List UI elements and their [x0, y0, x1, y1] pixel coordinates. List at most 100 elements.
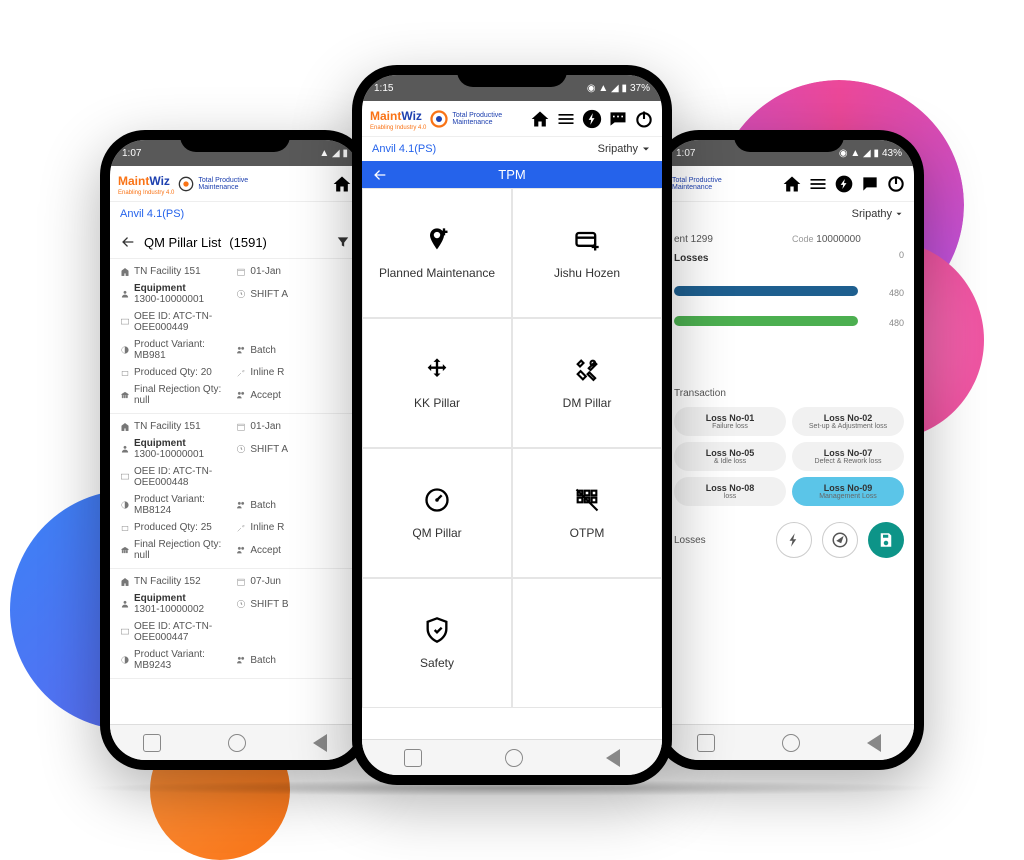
- list-card[interactable]: TN Facility 15101-JanEquipment1300-10000…: [110, 259, 360, 414]
- sub-header: Anvil 4.1(PS) Sripathy: [362, 137, 662, 161]
- chevron-down-icon: [640, 143, 652, 155]
- list-title: QM Pillar List: [144, 235, 221, 250]
- logo: MaintWiz Enabling Industry 4.0 Total Pro…: [370, 107, 502, 131]
- phone-right: 1:07 ◉ ▲ ◢ ▮ 43% Total ProductiveMainten…: [654, 130, 924, 770]
- nav-home-icon[interactable]: [505, 749, 523, 767]
- sub-header: Anvil 4.1(PS): [110, 202, 360, 226]
- nav-back-icon[interactable]: [867, 734, 881, 752]
- code-field: Code 10000000: [792, 234, 904, 245]
- status-icons: ▲ ◢ ▮: [319, 148, 348, 159]
- status-time: 1:07: [122, 148, 141, 159]
- entity-field: ent 1299: [674, 234, 786, 245]
- user-dropdown[interactable]: Sripathy: [852, 208, 904, 220]
- loss-pill[interactable]: Loss No-08loss: [674, 477, 786, 506]
- logo: Total ProductiveMaintenance: [672, 177, 722, 191]
- shield-icon: [423, 616, 451, 644]
- filter-icon[interactable]: [336, 235, 350, 249]
- tpm-tile-planned-maintenance[interactable]: Planned Maintenance: [362, 188, 512, 318]
- list-card[interactable]: TN Facility 15101-JanEquipment1300-10000…: [110, 414, 360, 569]
- user-dropdown[interactable]: Sripathy: [598, 143, 652, 155]
- chat-icon[interactable]: [608, 109, 628, 129]
- tpm-tile-otpm[interactable]: OTPM: [512, 448, 662, 578]
- save-fab[interactable]: [868, 522, 904, 558]
- app-header: MaintWiz Enabling Industry 4.0 Total Pro…: [110, 166, 360, 202]
- transaction-label: Transaction: [674, 388, 904, 399]
- back-icon[interactable]: [372, 167, 388, 183]
- tile-label: Planned Maintenance: [379, 266, 495, 280]
- app-header: MaintWiz Enabling Industry 4.0 Total Pro…: [362, 101, 662, 137]
- list-body[interactable]: TN Facility 15101-JanEquipment1300-10000…: [110, 259, 360, 724]
- back-icon[interactable]: [120, 234, 136, 250]
- menu-icon[interactable]: [808, 174, 828, 194]
- move-icon: [423, 356, 451, 384]
- loss-pill[interactable]: Loss No-09Management Loss: [792, 477, 904, 506]
- compass-fab[interactable]: [822, 522, 858, 558]
- gauge-icon: [423, 486, 451, 514]
- tile-label: OTPM: [570, 526, 605, 540]
- list-card[interactable]: TN Facility 15207-JunEquipment1301-10000…: [110, 569, 360, 679]
- tile-label: DM Pillar: [563, 396, 612, 410]
- tpm-wheel-icon: [178, 176, 194, 192]
- chat-icon[interactable]: [860, 174, 880, 194]
- value-zero: 0: [674, 250, 904, 260]
- list-header: QM Pillar List (1591): [110, 226, 360, 259]
- bolt-icon[interactable]: [582, 109, 602, 129]
- bolt-icon[interactable]: [834, 174, 854, 194]
- tpm-wheel-icon: [430, 110, 448, 128]
- nav-home-icon[interactable]: [782, 734, 800, 752]
- pin-plus-icon: [423, 226, 451, 254]
- tile-label: Jishu Hozen: [554, 266, 620, 280]
- card-plus-icon: [573, 226, 601, 254]
- tpm-tile-kk-pillar[interactable]: KK Pillar: [362, 318, 512, 448]
- tile-label: KK Pillar: [414, 396, 460, 410]
- nav-recent-icon[interactable]: [404, 749, 422, 767]
- home-icon[interactable]: [332, 174, 352, 194]
- screen-title: TPM: [498, 167, 525, 182]
- tpm-tile-jishu-hozen[interactable]: Jishu Hozen: [512, 188, 662, 318]
- tile-label: Safety: [420, 656, 454, 670]
- nav-back-icon[interactable]: [313, 734, 327, 752]
- tpm-tile-safety[interactable]: Safety: [362, 578, 512, 708]
- nav-recent-icon[interactable]: [143, 734, 161, 752]
- chevron-down-icon: [894, 209, 904, 219]
- tpm-tile-dm-pillar[interactable]: DM Pillar: [512, 318, 662, 448]
- power-icon[interactable]: [634, 109, 654, 129]
- status-time: 1:07: [676, 148, 695, 159]
- status-icons: ◉ ▲ ◢ ▮ 37%: [587, 83, 650, 94]
- loss-pill[interactable]: Loss No-05& Idle loss: [674, 442, 786, 471]
- right-body: ent 1299 Code 10000000 Losses 0 480 480 …: [664, 226, 914, 724]
- home-icon[interactable]: [530, 109, 550, 129]
- bolt-fab[interactable]: [776, 522, 812, 558]
- power-icon[interactable]: [886, 174, 906, 194]
- phone-notch: [734, 130, 844, 152]
- anvil-label: Anvil 4.1(PS): [120, 208, 184, 220]
- android-navbar[interactable]: [362, 739, 662, 775]
- android-navbar[interactable]: [664, 724, 914, 760]
- footer-losses-label: Losses: [674, 535, 706, 546]
- tools-icon: [573, 356, 601, 384]
- sub-header: Sripathy: [664, 202, 914, 226]
- loss-pill[interactable]: Loss No-01Failure loss: [674, 407, 786, 436]
- anvil-label: Anvil 4.1(PS): [372, 143, 436, 155]
- phone-notch: [180, 130, 290, 152]
- tpm-tile-qm-pillar[interactable]: QM Pillar: [362, 448, 512, 578]
- android-navbar[interactable]: [110, 724, 360, 760]
- titlebar: TPM: [362, 161, 662, 188]
- grid-off-icon: [573, 486, 601, 514]
- loss-pill[interactable]: Loss No-07Defect & Rework loss: [792, 442, 904, 471]
- phone-center: 1:15 ◉ ▲ ◢ ▮ 37% MaintWiz Enabling Indus…: [352, 65, 672, 785]
- nav-back-icon[interactable]: [606, 749, 620, 767]
- home-icon[interactable]: [782, 174, 802, 194]
- status-time: 1:15: [374, 83, 393, 94]
- tpm-grid: Planned Maintenance Jishu Hozen KK Pillar D…: [362, 188, 662, 739]
- nav-home-icon[interactable]: [228, 734, 246, 752]
- nav-recent-icon[interactable]: [697, 734, 715, 752]
- list-count: (1591): [229, 235, 267, 250]
- loss-pill[interactable]: Loss No-02Set-up & Adjustment loss: [792, 407, 904, 436]
- app-header: Total ProductiveMaintenance: [664, 166, 914, 202]
- status-icons: ◉ ▲ ◢ ▮ 43%: [839, 148, 902, 159]
- tpm-badge: Total ProductiveMaintenance: [198, 177, 248, 191]
- phone-notch: [457, 65, 567, 87]
- menu-icon[interactable]: [556, 109, 576, 129]
- loss-pill-grid: Loss No-01Failure lossLoss No-02Set-up &…: [674, 407, 904, 506]
